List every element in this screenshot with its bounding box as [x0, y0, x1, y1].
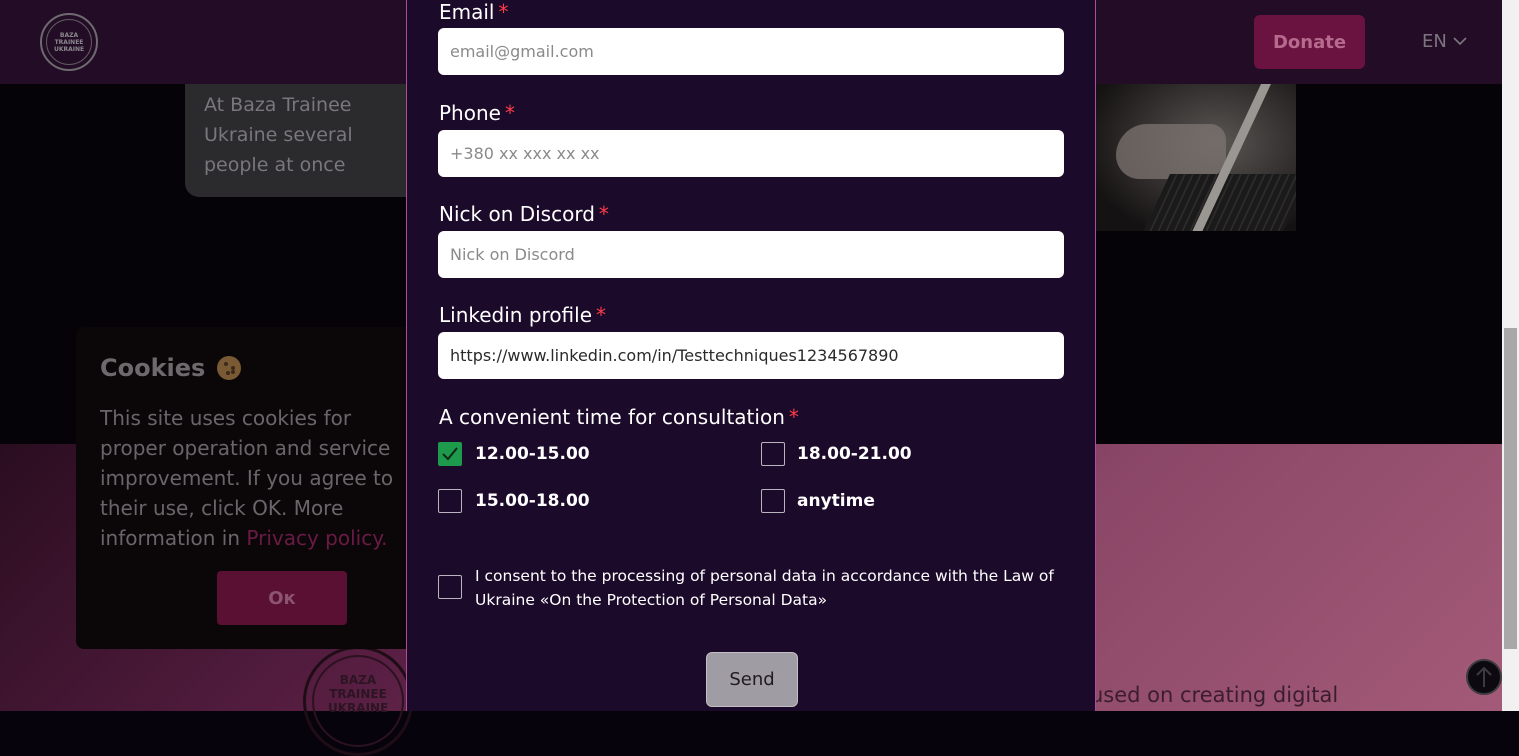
privacy-policy-link[interactable]: Privacy policy.	[246, 526, 387, 550]
laptop-photo	[1096, 84, 1296, 231]
linkedin-input[interactable]	[438, 332, 1064, 379]
required-mark: *	[498, 0, 509, 24]
time-checkbox-18-21[interactable]	[761, 442, 785, 466]
time-label-text: A convenient time for consultation	[439, 405, 785, 429]
discord-label: Nick on Discord *	[439, 202, 609, 226]
checkmark-icon	[442, 447, 458, 461]
required-mark: *	[598, 202, 609, 226]
time-option-label[interactable]: 18.00-21.00	[797, 444, 912, 464]
linkedin-label-text: Linkedin profile	[439, 303, 593, 327]
required-mark: *	[788, 405, 799, 429]
time-checkbox-12-15[interactable]	[438, 442, 462, 466]
logo-text: BAZA TRAINEE UKRAINE	[54, 31, 85, 53]
discord-input[interactable]	[438, 231, 1064, 278]
site-logo[interactable]: BAZA TRAINEE UKRAINE	[40, 13, 98, 71]
cookie-icon	[217, 356, 242, 380]
time-checkbox-anytime[interactable]	[761, 489, 785, 513]
footer-text: used on creating digital	[1090, 683, 1339, 707]
email-label-text: Email	[439, 0, 495, 24]
scroll-to-top-button[interactable]	[1466, 659, 1502, 695]
donate-button[interactable]: Donate	[1254, 15, 1365, 69]
required-mark: *	[504, 101, 515, 125]
phone-input[interactable]	[438, 130, 1064, 177]
cookies-ok-button[interactable]: Ок	[217, 571, 347, 625]
email-input[interactable]	[438, 28, 1064, 75]
cookies-title-text: Cookies	[100, 354, 206, 382]
cookies-text: This site uses cookies for proper operat…	[100, 403, 410, 553]
time-option-label[interactable]: anytime	[797, 491, 875, 511]
time-checkbox-15-18[interactable]	[438, 489, 462, 513]
consent-text[interactable]: I consent to the processing of personal …	[475, 564, 1065, 612]
footer-logo: BAZA TRAINEE UKRAINE	[303, 646, 413, 756]
chevron-down-icon	[1453, 37, 1467, 46]
consent-checkbox[interactable]	[438, 575, 462, 599]
time-option-label[interactable]: 15.00-18.00	[475, 491, 590, 511]
time-option-label[interactable]: 12.00-15.00	[475, 444, 590, 464]
phone-label-text: Phone	[439, 101, 501, 125]
footer-logo-text: BAZA TRAINEE UKRAINE	[328, 673, 389, 715]
cookies-title: Cookies	[100, 354, 242, 382]
phone-label: Phone *	[439, 101, 515, 125]
language-label: EN	[1422, 31, 1447, 52]
required-mark: *	[596, 303, 607, 327]
discord-label-text: Nick on Discord	[439, 202, 595, 226]
arrow-up-icon	[1476, 666, 1492, 687]
time-label: A convenient time for consultation *	[439, 405, 799, 429]
language-selector[interactable]: EN	[1422, 31, 1467, 52]
scrollbar-thumb[interactable]	[1504, 328, 1517, 649]
linkedin-label: Linkedin profile *	[439, 303, 606, 327]
send-button[interactable]: Send	[706, 652, 798, 707]
about-text: At Baza Trainee Ukraine several people a…	[204, 94, 353, 176]
email-label: Email *	[439, 0, 509, 24]
